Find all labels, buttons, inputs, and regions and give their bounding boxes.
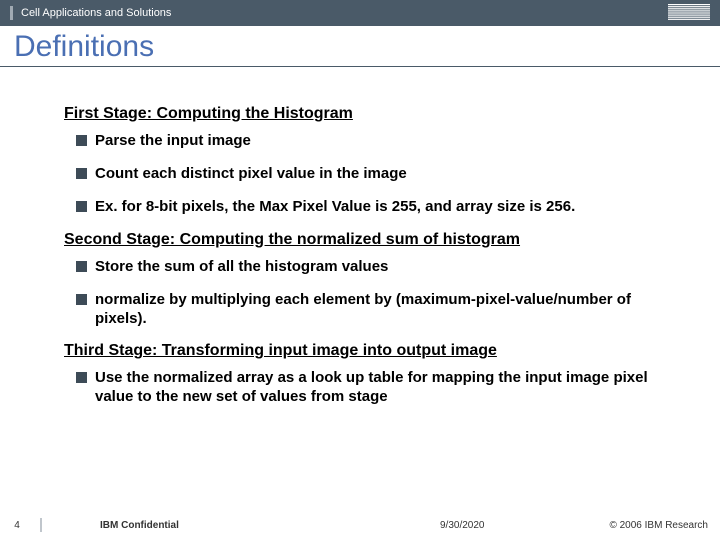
list-item: Count each distinct pixel value in the i… bbox=[76, 164, 670, 183]
bullet-text: normalize by multiplying each element by… bbox=[95, 290, 670, 328]
footer-confidential: IBM Confidential bbox=[100, 520, 179, 531]
list-item: Parse the input image bbox=[76, 131, 670, 150]
header-dept: Cell Applications and Solutions bbox=[21, 7, 171, 19]
list-item: normalize by multiplying each element by… bbox=[76, 290, 670, 328]
header-left: Cell Applications and Solutions bbox=[10, 6, 171, 20]
page-number: 4 bbox=[0, 520, 34, 531]
bullet-icon bbox=[76, 168, 87, 179]
stage3-heading: Third Stage: Transforming input image in… bbox=[64, 342, 670, 360]
stage1-heading: First Stage: Computing the Histogram bbox=[64, 105, 670, 123]
footer-bar: 4 IBM Confidential 9/30/2020 © 2006 IBM … bbox=[0, 518, 720, 532]
footer-accent bbox=[40, 518, 42, 532]
bullet-icon bbox=[76, 294, 87, 305]
bullet-text: Parse the input image bbox=[95, 131, 251, 150]
ibm-logo-icon bbox=[668, 4, 710, 23]
bullet-text: Use the normalized array as a look up ta… bbox=[95, 368, 670, 406]
bullet-icon bbox=[76, 372, 87, 383]
bullet-text: Store the sum of all the histogram value… bbox=[95, 257, 388, 276]
page-title: Definitions bbox=[0, 26, 720, 67]
bullet-icon bbox=[76, 261, 87, 272]
footer-date: 9/30/2020 bbox=[440, 520, 485, 531]
header-bar: Cell Applications and Solutions bbox=[0, 0, 720, 26]
bullet-text: Ex. for 8-bit pixels, the Max Pixel Valu… bbox=[95, 197, 575, 216]
list-item: Use the normalized array as a look up ta… bbox=[76, 368, 670, 406]
list-item: Store the sum of all the histogram value… bbox=[76, 257, 670, 276]
header-accent bbox=[10, 6, 13, 20]
bullet-icon bbox=[76, 201, 87, 212]
footer-copyright: © 2006 IBM Research bbox=[609, 520, 708, 531]
bullet-text: Count each distinct pixel value in the i… bbox=[95, 164, 407, 183]
stage2-heading: Second Stage: Computing the normalized s… bbox=[64, 231, 670, 249]
content-area: First Stage: Computing the Histogram Par… bbox=[0, 67, 720, 431]
list-item: Ex. for 8-bit pixels, the Max Pixel Valu… bbox=[76, 197, 670, 216]
bullet-icon bbox=[76, 135, 87, 146]
